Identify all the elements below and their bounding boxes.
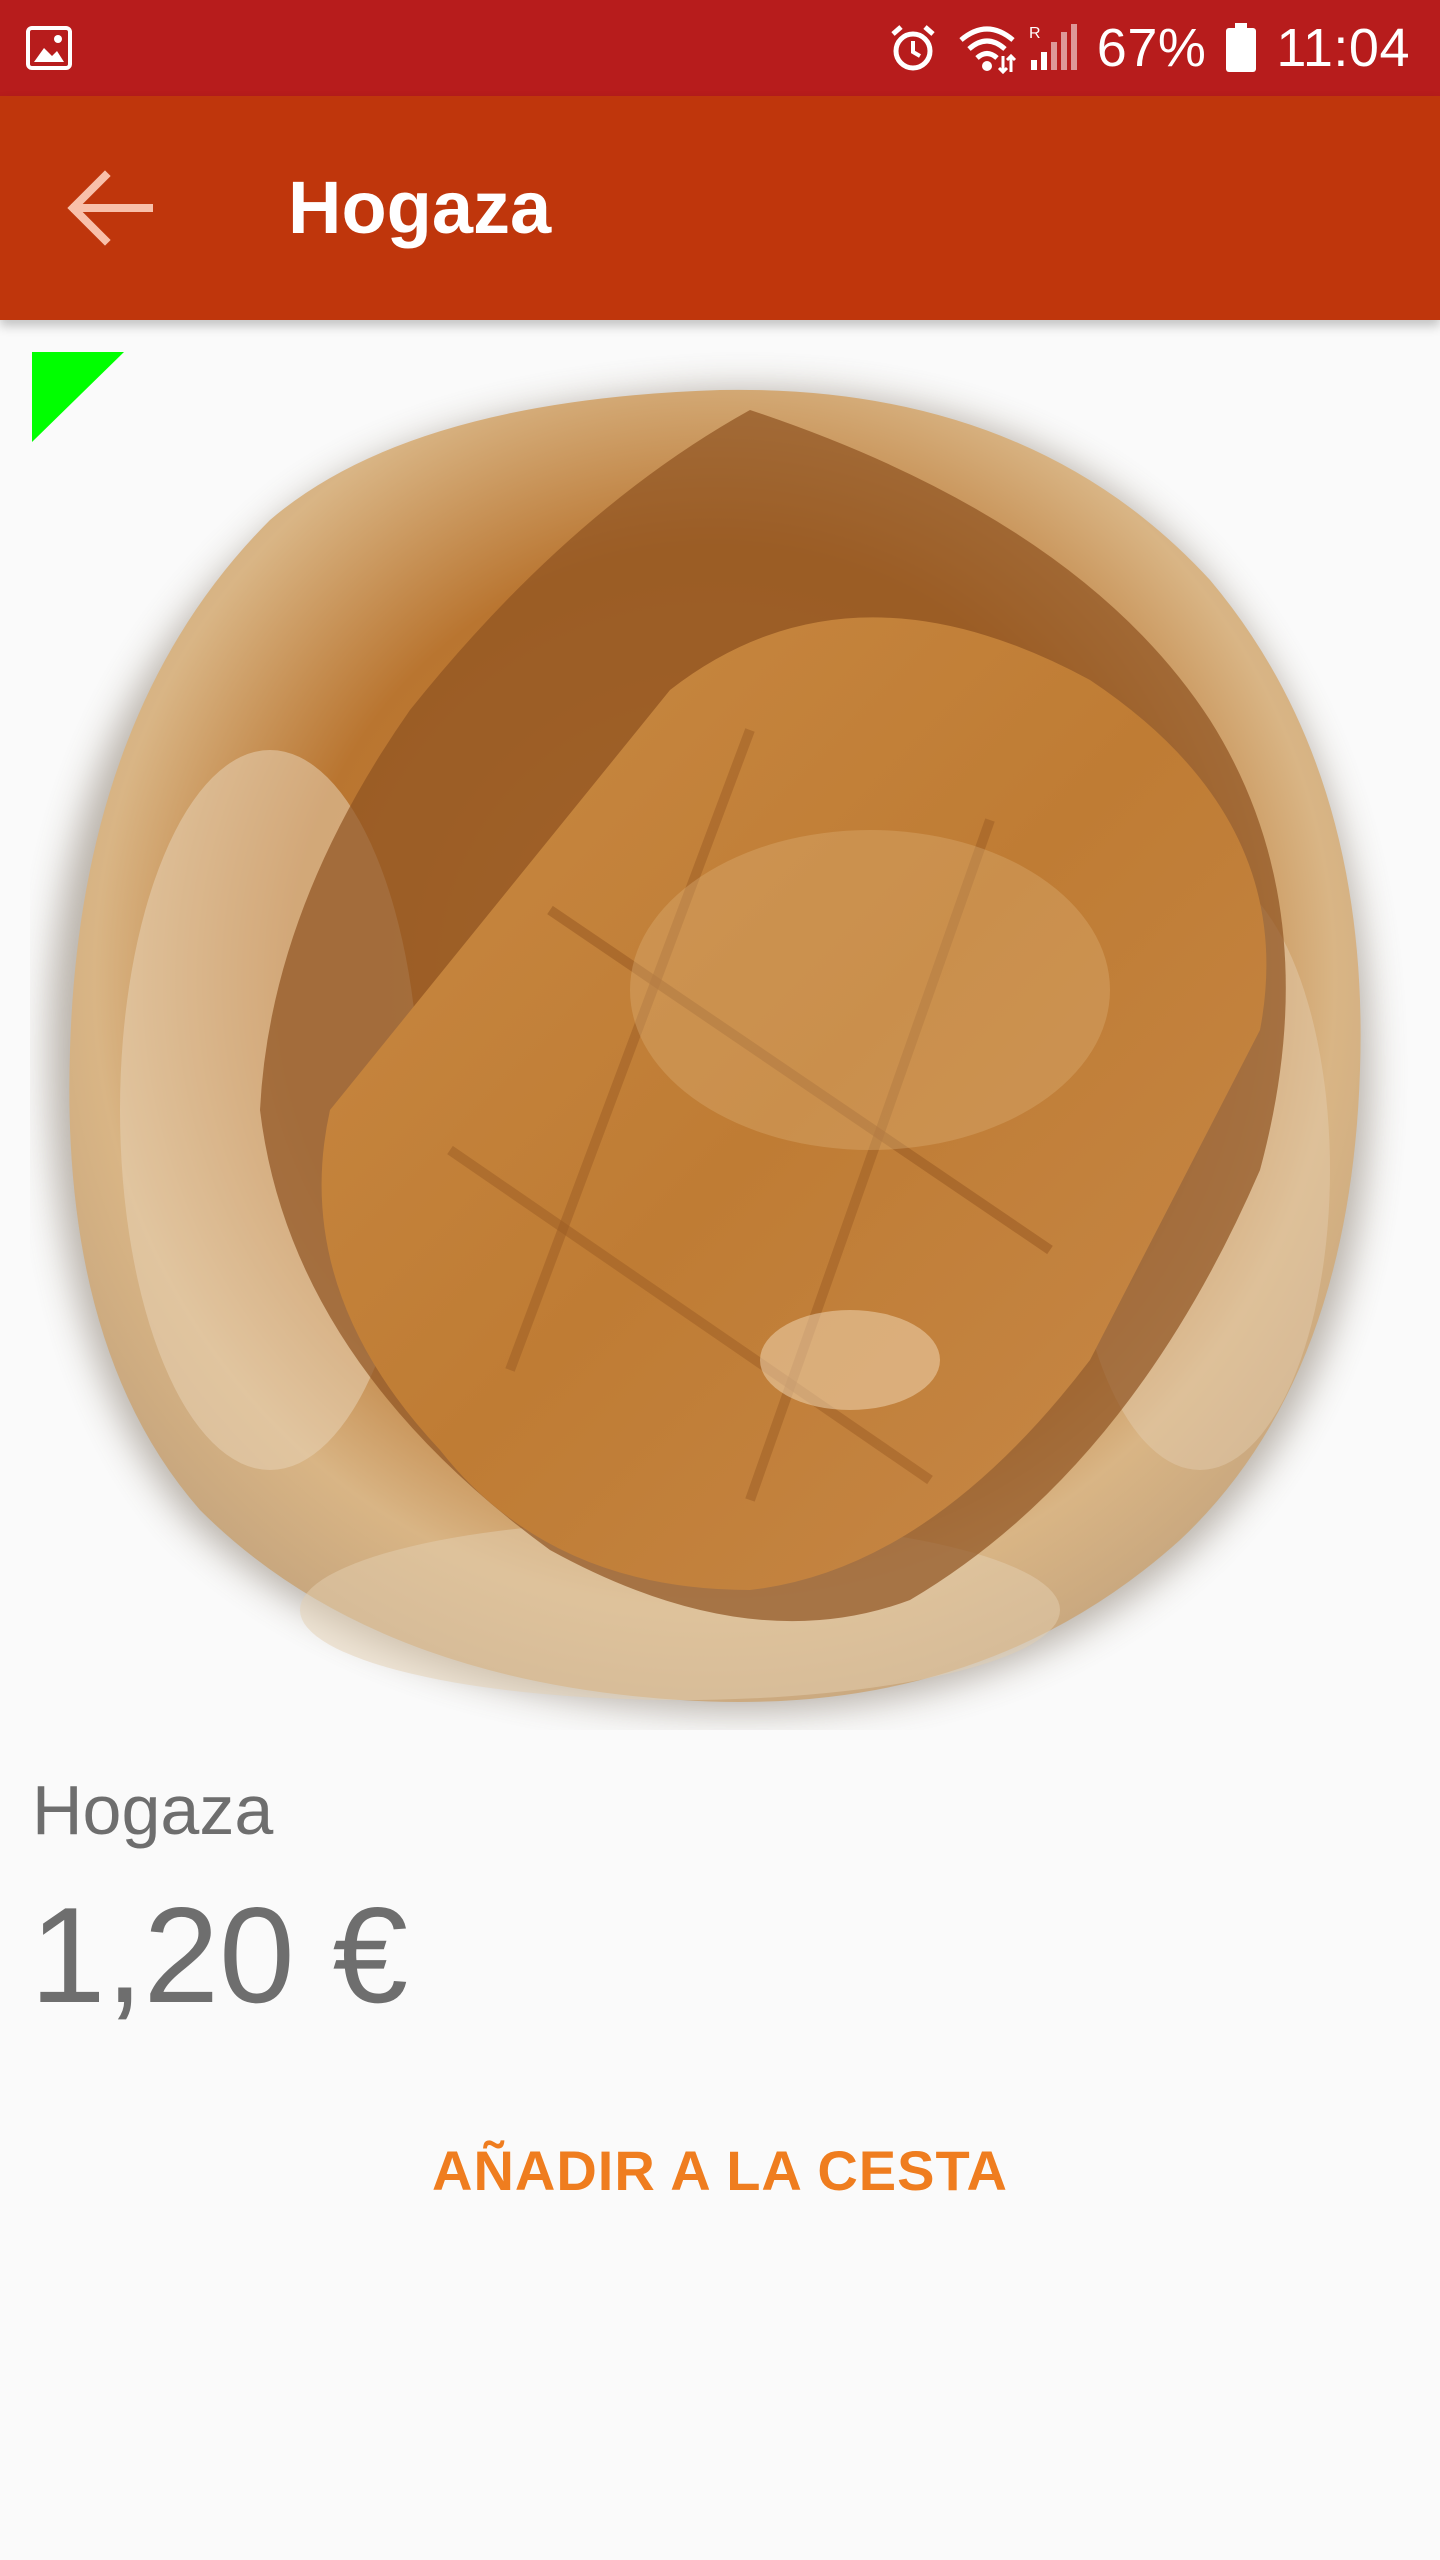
battery-icon (1224, 22, 1258, 74)
status-icons: R 67% 11:04 (887, 0, 1410, 96)
add-to-cart-button[interactable]: AÑADIR A LA CESTA (320, 2110, 1120, 2230)
svg-text:R: R (1029, 25, 1041, 42)
clock: 11:04 (1276, 18, 1410, 78)
signal-icon: R (1027, 22, 1079, 74)
battery-percent: 67% (1096, 18, 1207, 78)
bread-loaf-image (50, 389, 1370, 1712)
alarm-icon (887, 22, 939, 74)
arrow-left-icon (67, 170, 153, 246)
product-name: Hogaza (32, 1771, 274, 1849)
page-title: Hogaza (288, 166, 552, 249)
wifi-icon (957, 22, 1016, 75)
corner-flag-indicator (32, 352, 124, 442)
product-price: 1,20 € (30, 1879, 409, 2031)
gallery-notification-icon (26, 26, 72, 70)
app-bar: Hogaza (0, 96, 1440, 320)
back-button[interactable] (44, 148, 174, 268)
status-bar: R 67% 11:04 (0, 0, 1440, 96)
product-image-container (0, 330, 1440, 1750)
